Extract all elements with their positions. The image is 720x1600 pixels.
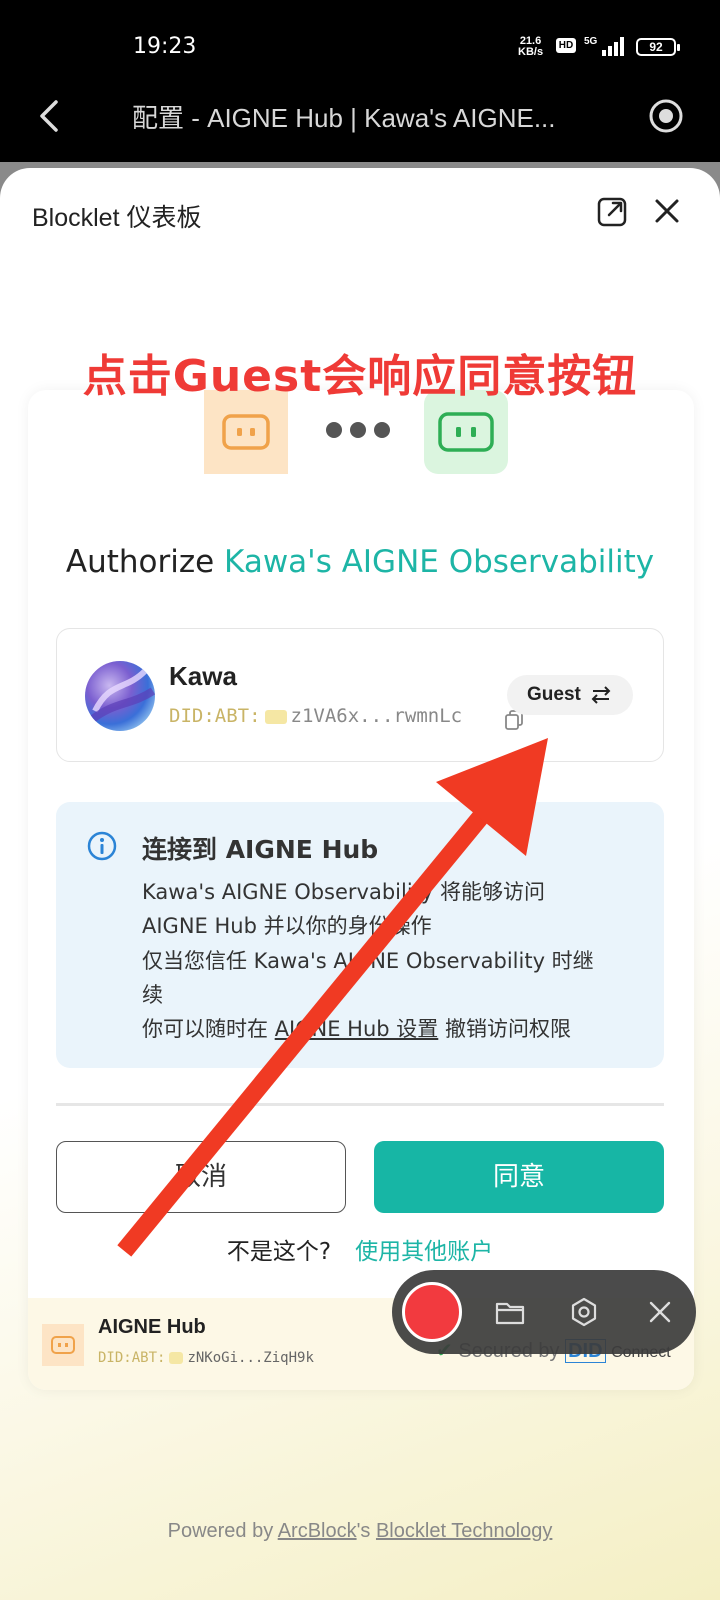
hub-did-value: zNKoGi...ZiqH9k [187, 1350, 314, 1366]
powered-by-s: 's [356, 1520, 376, 1542]
hub-did: DID:ABT: zNKoGi...ZiqH9k [98, 1350, 314, 1366]
info-line-5-suffix: 撤销访问权限 [438, 1017, 571, 1041]
sheet-title: Blocklet 仪表板 [32, 204, 202, 232]
close-icon[interactable] [652, 196, 682, 226]
info-line-5-prefix: 你可以随时在 [142, 1017, 275, 1041]
info-title: 连接到 AIGNE Hub [142, 835, 379, 864]
folder-icon[interactable] [494, 1296, 526, 1328]
authorize-heading: Authorize Kawa's AIGNE Observability [0, 544, 720, 580]
battery-icon: 92 [636, 38, 680, 56]
hd-icon: HD [556, 38, 576, 53]
info-line-3: 仅当您信任 Kawa's AIGNE Observability 时继 [142, 949, 594, 973]
net-speed: 21.6 KB/s [518, 36, 543, 58]
blocklet-technology-link[interactable]: Blocklet Technology [376, 1520, 552, 1542]
agree-button[interactable]: 同意 [374, 1141, 664, 1213]
authorize-app-name: Kawa's AIGNE Observability [224, 544, 655, 580]
hub-did-prefix: DID:ABT: [98, 1350, 166, 1366]
account-did-prefix: DID:ABT: [169, 705, 261, 727]
annotation-text: 点击Guest会响应同意按钮 [82, 351, 638, 402]
divider [56, 1103, 664, 1106]
hub-name: AIGNE Hub [98, 1316, 206, 1338]
blocklet-face-small-icon [51, 1336, 75, 1354]
settings-icon[interactable] [568, 1296, 600, 1328]
status-bar: 19:23 21.6 KB/s HD 5G 92 [0, 0, 720, 70]
info-line-2: AIGNE Hub 并以你的身份操作 [142, 914, 432, 938]
swap-icon [591, 686, 611, 704]
did-badge-icon [264, 709, 287, 724]
account-name: Kawa [169, 661, 237, 691]
info-line-4: 续 [142, 983, 163, 1007]
info-line-5: 你可以随时在 AIGNE Hub 设置 撤销访问权限 [142, 1013, 571, 1043]
powered-by-prefix: Powered by [167, 1520, 278, 1542]
close-recorder-icon[interactable] [644, 1296, 676, 1328]
screen-recorder-bar [392, 1270, 696, 1354]
page-title: 配置 - AIGNE Hub | Kawa's AIGNE... [132, 103, 556, 133]
cancel-button[interactable]: 取消 [56, 1141, 346, 1213]
did-badge-small-icon [169, 1352, 184, 1364]
info-line-1: Kawa's AIGNE Observability 将能够访问 [142, 880, 546, 904]
account-did-value: z1VA6x...rwmnLc [290, 705, 463, 727]
network-label: 5G [584, 36, 598, 47]
sheet-header: Blocklet 仪表板 [0, 168, 720, 258]
account-did: DID:ABT: z1VA6x...rwmnLc [169, 705, 462, 727]
not-you-text: 不是这个? [226, 1239, 332, 1265]
arcblock-link[interactable]: ArcBlock [278, 1520, 357, 1542]
info-box: 连接到 AIGNE Hub Kawa's AIGNE Observability… [56, 802, 664, 1068]
open-external-icon[interactable] [596, 194, 630, 228]
guest-label: Guest [527, 684, 581, 705]
browser-title-bar: 配置 - AIGNE Hub | Kawa's AIGNE... [0, 70, 720, 162]
account-card: Kawa DID:ABT: z1VA6x...rwmnLc Guest [56, 628, 664, 762]
info-icon [87, 831, 117, 861]
status-time: 19:23 [133, 34, 197, 59]
guest-role-button[interactable]: Guest [507, 675, 633, 715]
signal-icon: 5G [584, 36, 624, 56]
hub-settings-link[interactable]: AIGNE Hub 设置 [275, 1017, 439, 1041]
switch-account-row: 不是这个? 使用其他账户 [0, 1232, 720, 1266]
record-target-icon[interactable] [648, 98, 684, 134]
use-other-account-link[interactable]: 使用其他账户 [355, 1239, 493, 1265]
authorize-prefix: Authorize [65, 544, 225, 580]
net-speed-unit: KB/s [518, 46, 544, 58]
hub-logo [42, 1324, 84, 1366]
back-arrow-icon[interactable] [32, 96, 68, 136]
record-button[interactable] [402, 1282, 462, 1342]
connecting-dots [326, 422, 400, 442]
powered-by: Powered by ArcBlock's Blocklet Technolog… [0, 1520, 720, 1543]
avatar [85, 661, 155, 731]
